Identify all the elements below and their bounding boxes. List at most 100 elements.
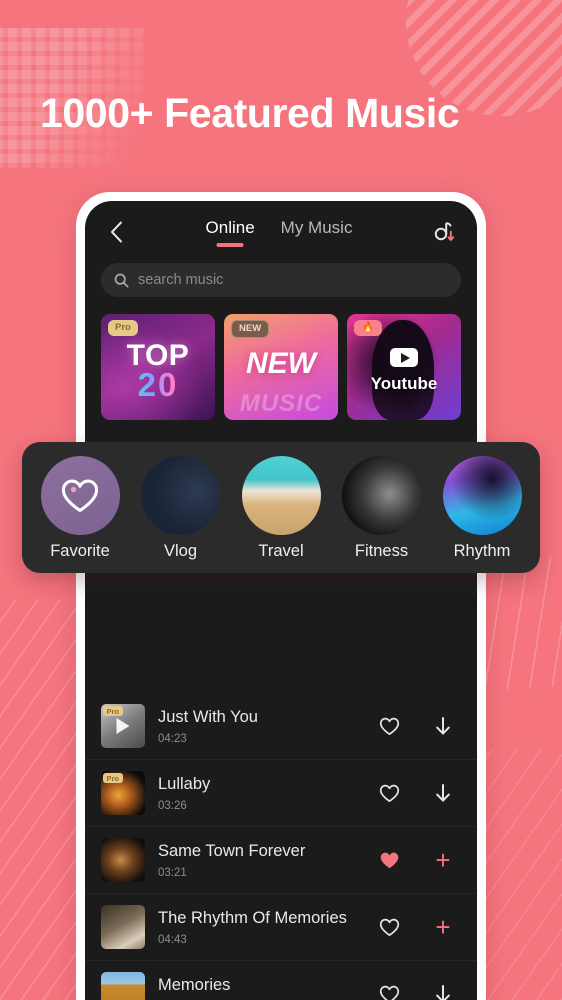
category-thumbnail <box>141 456 220 535</box>
track-row[interactable]: The Rhythm Of Memories 04:43 + <box>85 894 477 961</box>
track-actions <box>377 781 459 805</box>
heart-outline-icon <box>379 985 399 1000</box>
play-icon <box>390 348 418 367</box>
download-button[interactable] <box>431 714 455 738</box>
banner-youtube-label: Youtube <box>370 374 438 393</box>
favorite-button[interactable] <box>377 915 401 939</box>
category-item-rhythm[interactable]: Rhythm <box>434 456 530 561</box>
track-thumbnail <box>101 972 145 1000</box>
pro-badge: Pro <box>103 706 123 716</box>
banner-row: Pro TOP 20 NEW NEW MUSIC 🔥 Youtube <box>85 297 477 420</box>
track-title: Memories <box>158 975 231 994</box>
chevron-left-icon <box>110 221 122 243</box>
search-placeholder: search music <box>138 272 224 288</box>
pro-badge: Pro <box>108 320 138 336</box>
track-thumbnail <box>101 838 145 882</box>
heart-outline-icon <box>379 717 399 735</box>
track-title: Just With You <box>158 707 258 726</box>
app-header: Online My Music <box>85 201 477 263</box>
search-section: search music <box>85 263 477 297</box>
track-actions: + <box>377 912 459 942</box>
track-row[interactable]: Memories 02:34 <box>85 961 477 1000</box>
new-badge: NEW <box>231 320 270 338</box>
play-icon <box>116 718 130 734</box>
phone-mockup: Online My Music search music Pro TOP 20 … <box>76 192 486 1000</box>
track-title: Same Town Forever <box>158 841 306 860</box>
search-icon <box>114 273 129 288</box>
track-duration: 04:23 <box>158 732 187 745</box>
download-arrow-icon <box>436 716 450 735</box>
track-meta: Just With You 04:23 <box>158 708 364 745</box>
banner-top20-text: TOP 20 <box>127 341 190 401</box>
category-label: Favorite <box>50 542 110 560</box>
favorite-button[interactable] <box>377 848 401 872</box>
track-thumbnail: Pro <box>101 704 145 748</box>
track-title: The Rhythm Of Memories <box>158 908 347 927</box>
banner-new-music[interactable]: NEW NEW MUSIC <box>224 314 338 420</box>
banner-top20-line2: 20 <box>127 367 190 400</box>
category-label: Fitness <box>354 542 409 560</box>
track-meta: Lullaby 03:26 <box>158 775 364 812</box>
add-button[interactable]: + <box>431 912 455 942</box>
track-row[interactable]: Pro Just With You 04:23 <box>85 693 477 760</box>
banner-new-line1: NEW <box>246 347 316 380</box>
track-duration: 03:26 <box>158 799 187 812</box>
favorite-button[interactable] <box>377 781 401 805</box>
banner-youtube[interactable]: 🔥 Youtube <box>347 314 461 420</box>
page-title: 1000+ Featured Music <box>40 90 460 136</box>
track-meta: Memories 02:34 <box>158 976 364 1000</box>
tab-online[interactable]: Online <box>206 218 255 247</box>
heart-outline-icon <box>379 784 399 802</box>
download-arrow-icon <box>436 783 450 802</box>
download-button[interactable] <box>431 781 455 805</box>
favorite-button[interactable] <box>377 982 401 1000</box>
download-arrow-icon <box>436 984 450 1000</box>
tab-my-music[interactable]: My Music <box>281 218 353 247</box>
track-row[interactable]: Same Town Forever 03:21 + <box>85 827 477 894</box>
category-label: Vlog <box>163 542 198 560</box>
category-label: Rhythm <box>453 542 511 560</box>
heart-filled-icon <box>380 852 398 868</box>
track-duration: 04:43 <box>158 933 187 946</box>
favorite-button[interactable] <box>377 714 401 738</box>
download-button[interactable] <box>431 982 455 1000</box>
track-actions <box>377 982 459 1000</box>
track-duration: 03:21 <box>158 866 187 879</box>
banner-top20[interactable]: Pro TOP 20 <box>101 314 215 420</box>
category-item-favorite[interactable]: Favorite <box>32 456 128 561</box>
plus-icon: + <box>435 912 451 942</box>
category-label: Travel <box>258 542 304 560</box>
track-actions <box>377 714 459 738</box>
track-title: Lullaby <box>158 774 211 793</box>
banner-new-line2: MUSIC <box>239 390 323 417</box>
category-item-travel[interactable]: Travel <box>233 456 329 561</box>
track-meta: Same Town Forever 03:21 <box>158 842 364 879</box>
promo-screenshot: 1000+ Featured Music Online My Music sea… <box>0 0 562 1000</box>
track-list[interactable]: Pro Just With You 04:23 Pro Lullaby 03:2… <box>85 563 477 1000</box>
track-meta: The Rhythm Of Memories 04:43 <box>158 909 364 946</box>
fire-icon: 🔥 <box>354 320 382 336</box>
heart-outline-icon <box>379 918 399 936</box>
back-button[interactable] <box>101 217 131 247</box>
track-actions: + <box>377 845 459 875</box>
category-carousel[interactable]: Favorite Vlog Travel Fitness Rhythm <box>22 442 540 573</box>
track-thumbnail: Pro <box>101 771 145 815</box>
music-note-download-icon <box>434 222 455 241</box>
category-thumbnail <box>342 456 421 535</box>
category-thumbnail <box>442 456 522 535</box>
youtube-silhouette-art <box>372 320 435 420</box>
search-input[interactable]: search music <box>101 263 461 297</box>
category-thumbnail <box>40 456 120 535</box>
add-button[interactable]: + <box>431 845 455 875</box>
phone-screen: Online My Music search music Pro TOP 20 … <box>85 201 477 1000</box>
track-thumbnail <box>101 905 145 949</box>
download-music-button[interactable] <box>427 215 461 249</box>
heart-icon <box>61 479 99 512</box>
track-row[interactable]: Pro Lullaby 03:26 <box>85 760 477 827</box>
tab-bar: Online My Music <box>131 218 427 247</box>
plus-icon: + <box>435 845 451 875</box>
pro-badge: Pro <box>103 773 123 783</box>
category-thumbnail <box>241 456 321 535</box>
category-item-fitness[interactable]: Fitness <box>334 456 430 561</box>
category-item-vlog[interactable]: Vlog <box>133 456 229 561</box>
